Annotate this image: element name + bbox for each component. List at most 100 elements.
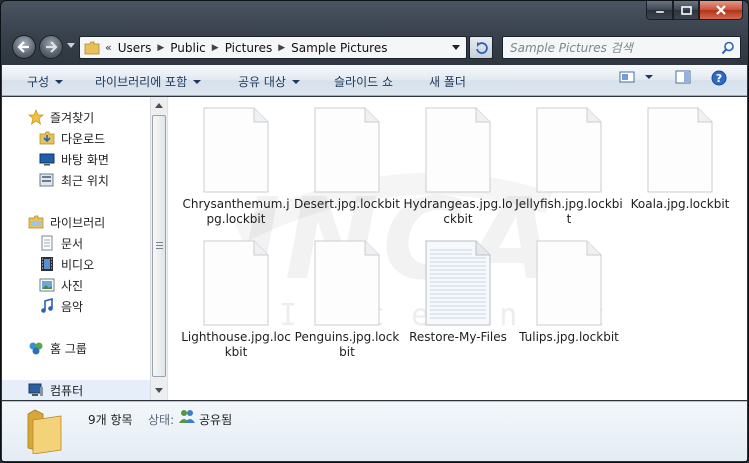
address-bar[interactable]: « Users ▶ Public ▶ Pictures ▶ Sample Pictur… [79, 36, 467, 59]
computer-icon [28, 382, 44, 398]
file-item[interactable]: Jellyfish.jpg.lockbit [514, 107, 624, 227]
star-icon [28, 109, 44, 125]
slide-show-label: 슬라이드 쇼 [334, 75, 394, 89]
blank-file-icon [203, 240, 269, 326]
sidebar-item-favorites[interactable]: 즐겨찾기 [28, 107, 94, 127]
sidebar-item-label: 음악 [61, 299, 84, 314]
blank-file-icon [314, 107, 380, 193]
recent-pages-dropdown[interactable] [67, 43, 75, 48]
sidebar-item-label: 다운로드 [61, 131, 106, 146]
blank-file-icon [536, 240, 602, 326]
file-item[interactable]: Restore-My-Files [403, 240, 513, 345]
libraries-icon [28, 214, 44, 230]
address-history-dropdown[interactable] [452, 45, 460, 50]
minimize-button[interactable] [646, 1, 673, 20]
maximize-button[interactable] [673, 1, 699, 20]
blank-file-icon [314, 240, 380, 326]
caret-down-icon [55, 79, 64, 84]
breadcrumb-users[interactable]: Users ▶ [118, 41, 171, 55]
file-name: Desert.jpg.lockbit [294, 197, 400, 211]
folder-icon [84, 41, 100, 54]
search-placeholder: Sample Pictures 검색 [510, 41, 633, 55]
documents-icon [39, 235, 55, 251]
breadcrumb-label: Pictures [224, 40, 273, 55]
file-name: Penguins.jpg.lockbit [294, 330, 400, 359]
sidebar-item-music[interactable]: 음악 [39, 296, 83, 316]
command-bar: 구성 라이브러리에 포함 공유 대상 슬라이드 쇼 새 폴더 ? [2, 65, 747, 96]
close-button[interactable] [699, 1, 743, 20]
sidebar-item-documents[interactable]: 문서 [39, 233, 83, 253]
help-icon: ? [711, 70, 727, 86]
file-item[interactable]: Lighthouse.jpg.lockbit [181, 240, 291, 360]
file-item[interactable]: Chrysanthemum.jpg.lockbit [181, 107, 291, 227]
breadcrumb-sample-pictures[interactable]: Sample Pictures [291, 41, 387, 55]
caret-down-icon [291, 79, 300, 84]
sidebar-item-videos[interactable]: 비디오 [39, 254, 94, 274]
state-value: 공유됨 [199, 413, 233, 427]
downloads-folder-icon [39, 130, 55, 146]
caret-down-icon [645, 75, 653, 79]
navigation-bar: « Users ▶ Public ▶ Pictures ▶ Sample Pictur… [1, 31, 748, 63]
overflow-chevron[interactable]: « [105, 41, 112, 54]
search-box[interactable]: Sample Pictures 검색 [502, 36, 741, 59]
shared-users-icon [179, 410, 195, 423]
breadcrumb-pictures[interactable]: Pictures ▶ [225, 41, 291, 55]
svg-text:?: ? [716, 72, 722, 85]
sidebar-item-computer[interactable]: 컴퓨터 [2, 380, 150, 400]
file-name: Chrysanthemum.jpg.lockbit [182, 197, 290, 226]
close-icon [716, 5, 726, 15]
breadcrumb-separator-icon[interactable]: ▶ [278, 43, 285, 53]
homegroup-icon [28, 340, 44, 356]
video-icon [39, 256, 55, 272]
blank-file-icon [536, 107, 602, 193]
forward-button[interactable] [39, 35, 63, 59]
grip-icon [156, 242, 163, 250]
refresh-button[interactable] [469, 36, 493, 59]
preview-pane-button[interactable] [675, 70, 691, 84]
sidebar-item-label: 라이브러리 [50, 215, 106, 230]
organize-menu[interactable]: 구성 [27, 73, 64, 90]
share-with-menu[interactable]: 공유 대상 [238, 73, 300, 90]
search-icon[interactable] [721, 41, 735, 55]
file-name: Jellyfish.jpg.lockbit [515, 197, 623, 226]
explorer-window: « Users ▶ Public ▶ Pictures ▶ Sample Pictur… [0, 0, 749, 463]
breadcrumb-public[interactable]: Public ▶ [170, 41, 224, 55]
sidebar-item-pictures[interactable]: 사진 [39, 275, 83, 295]
recent-places-icon [39, 172, 55, 188]
add-to-library-label: 라이브러리에 포함 [95, 75, 188, 89]
content-area: 즐겨찾기 다운로드 바탕 화면 최근 위치 라이브러리 문서 비디오 사진 음악… [2, 97, 747, 400]
file-name: Restore-My-Files [409, 330, 507, 344]
sidebar-item-libraries[interactable]: 라이브러리 [28, 212, 105, 232]
file-item[interactable]: Penguins.jpg.lockbit [292, 240, 402, 360]
blank-file-icon [203, 107, 269, 193]
sidebar-item-homegroup[interactable]: 홈 그룹 [28, 338, 87, 358]
slide-show-button[interactable]: 슬라이드 쇼 [334, 73, 393, 90]
change-view-button[interactable] [619, 70, 653, 84]
scroll-down-icon[interactable] [151, 382, 167, 398]
breadcrumb-separator-icon[interactable]: ▶ [157, 43, 164, 53]
blank-file-icon [647, 107, 713, 193]
back-button[interactable] [12, 35, 36, 59]
sidebar-item-recent-places[interactable]: 최근 위치 [39, 170, 109, 190]
file-list: INCA Internet Chrysanthemum.jpg.lockbit … [169, 97, 747, 400]
music-icon [39, 298, 55, 314]
sidebar-item-desktop[interactable]: 바탕 화면 [39, 149, 109, 169]
sidebar-item-label: 문서 [61, 236, 84, 251]
breadcrumb-separator-icon[interactable]: ▶ [212, 43, 219, 53]
scroll-up-icon[interactable] [151, 97, 167, 113]
file-item[interactable]: Hydrangeas.jpg.lockbit [403, 107, 513, 227]
sidebar-item-label: 즐겨찾기 [50, 110, 95, 125]
navigation-pane-scrollbar[interactable] [150, 97, 167, 400]
file-item[interactable]: Koala.jpg.lockbit [625, 107, 735, 212]
add-to-library-menu[interactable]: 라이브러리에 포함 [95, 73, 202, 90]
file-name: Koala.jpg.lockbit [630, 197, 730, 211]
file-item[interactable]: Desert.jpg.lockbit [292, 107, 402, 212]
organize-label: 구성 [27, 75, 50, 89]
help-button[interactable]: ? [711, 70, 727, 86]
sidebar-item-label: 컴퓨터 [50, 383, 84, 398]
new-folder-button[interactable]: 새 폴더 [429, 73, 466, 90]
scrollbar-thumb[interactable] [152, 115, 166, 377]
file-item[interactable]: Tulips.jpg.lockbit [514, 240, 624, 345]
minimize-icon [655, 10, 664, 14]
sidebar-item-downloads[interactable]: 다운로드 [39, 128, 105, 148]
